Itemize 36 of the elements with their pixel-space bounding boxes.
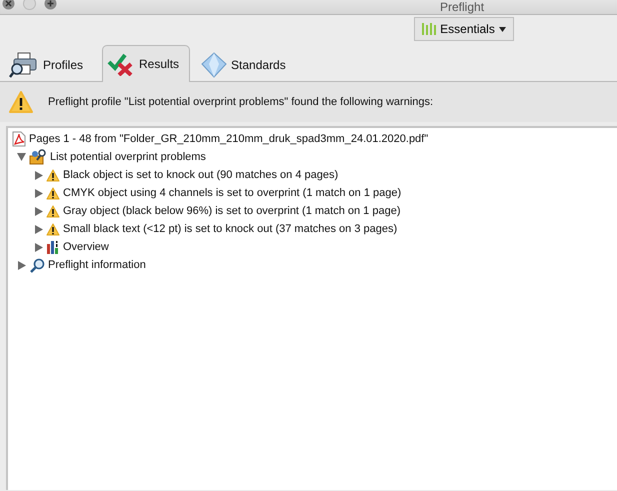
pdf-icon (12, 131, 26, 147)
diamond-icon (201, 52, 228, 78)
zoom-icon[interactable] (44, 0, 57, 10)
printer-magnifier-icon (9, 52, 39, 78)
magnifier-icon (29, 258, 45, 272)
disclosure-triangle-icon[interactable] (34, 206, 42, 216)
tree-item[interactable]: Small black text (<12 pt) is set to knock out (37 matches on 3 pages) (63, 223, 398, 235)
tree-item[interactable]: List potential overprint problems (50, 151, 206, 163)
warning-icon (46, 204, 60, 218)
disclosure-triangle-icon[interactable] (18, 260, 26, 270)
warning-message: Preflight profile "List potential overprint problems" found the following warnings: (48, 96, 434, 108)
workspace-dropdown[interactable]: Essentials (414, 17, 514, 41)
toolbox-icon (29, 149, 47, 165)
tree-item[interactable]: Pages 1 - 48 from "Folder_GR_210mm_210mm_druk_spad3mm_24.01.2020.pdf" (29, 133, 428, 145)
bars-icon (422, 23, 436, 35)
tree-item[interactable]: Black object is set to knock out (90 matches on 4 pages) (63, 169, 338, 181)
tree-item[interactable]: Overview (63, 241, 109, 253)
disclosure-triangle-icon[interactable] (34, 170, 42, 180)
disclosure-triangle-icon[interactable] (34, 224, 42, 234)
warning-icon (8, 90, 34, 114)
tab[interactable]: Results (102, 45, 190, 82)
tree-item[interactable]: CMYK object using 4 channels is set to overprint (1 match on 1 page) (63, 187, 402, 199)
disclosure-triangle-icon[interactable] (17, 153, 26, 161)
close-icon[interactable] (2, 0, 15, 10)
caret-icon (498, 24, 506, 34)
warning-icon (46, 168, 60, 182)
tab[interactable]: Profiles (4, 46, 96, 82)
warning-icon (46, 186, 60, 200)
bar-chart-icon (46, 240, 60, 254)
warning-icon (46, 222, 60, 236)
tree-item[interactable]: Gray object (black below 96%) is set to overprint (1 match on 1 page) (63, 205, 400, 217)
tab[interactable]: Standards (196, 46, 299, 82)
window-title: Preflight (440, 0, 484, 14)
disclosure-triangle-icon[interactable] (34, 188, 42, 198)
disclosure-triangle-icon[interactable] (34, 242, 42, 252)
tree-item[interactable]: Preflight information (48, 259, 146, 271)
